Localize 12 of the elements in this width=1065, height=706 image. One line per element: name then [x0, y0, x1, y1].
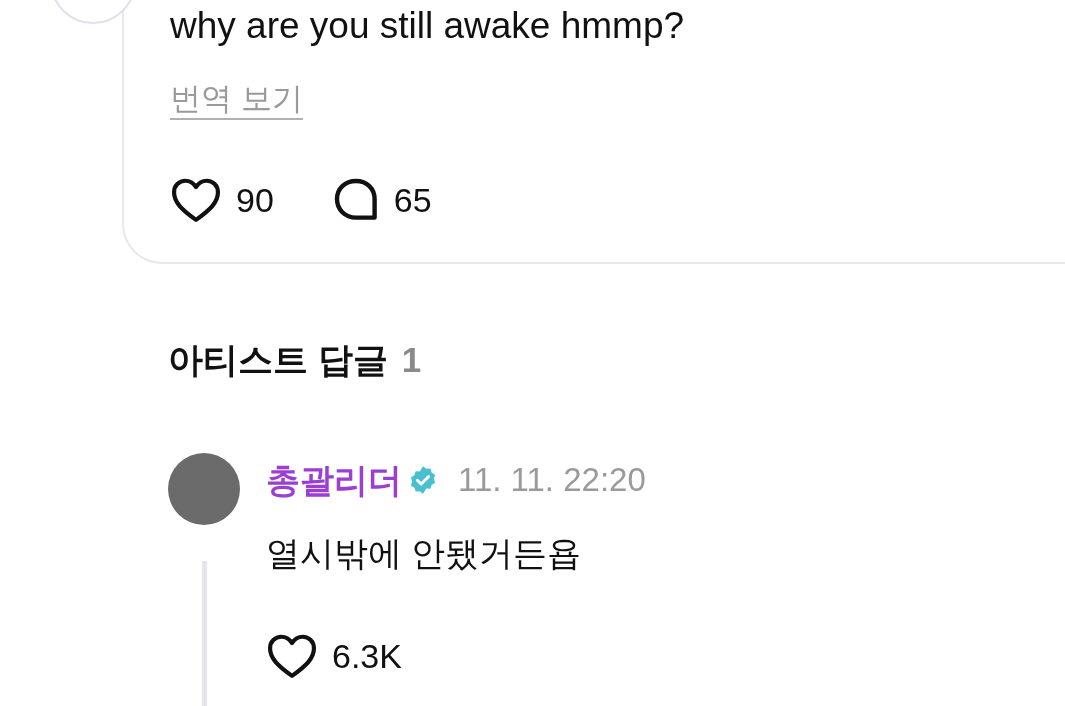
- comment-count: 65: [393, 179, 432, 221]
- heart-icon[interactable]: [266, 633, 318, 679]
- section-title: 아티스트 답글: [168, 339, 388, 381]
- reply-text: 열시밖에 안됐거든욥: [266, 532, 583, 574]
- heart-icon[interactable]: [170, 177, 222, 223]
- reply-time: 11. 11. 22:20: [458, 460, 646, 501]
- like-count: 6.3K: [332, 635, 402, 677]
- like-count: 90: [236, 179, 274, 221]
- reply-count: 1: [401, 339, 422, 381]
- post-text: why are you still awake hmmp?: [170, 4, 686, 48]
- translate-link[interactable]: 번역 보기: [170, 81, 303, 120]
- author-name[interactable]: 총괄리더: [266, 454, 402, 506]
